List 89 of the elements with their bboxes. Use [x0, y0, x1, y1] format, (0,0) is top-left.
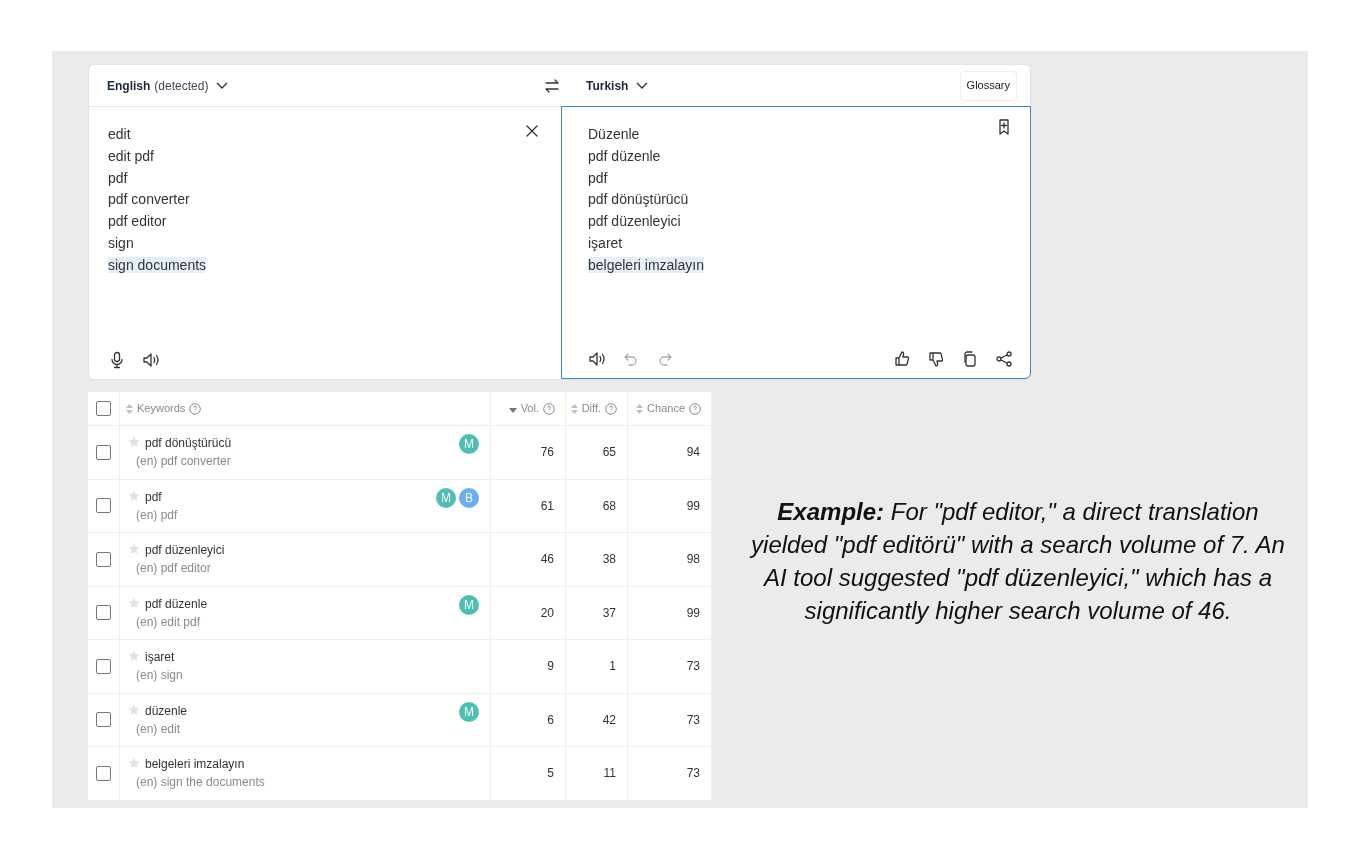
number-cell-text: 99 [686, 497, 700, 515]
target-language-dropdown[interactable]: Turkish [586, 76, 649, 95]
tag-badge: M [459, 594, 479, 615]
number-cell-text: 42 [602, 711, 616, 729]
help-icon[interactable] [543, 402, 555, 415]
help-icon[interactable] [189, 402, 202, 415]
source-keyword-text: (en) sign [136, 667, 184, 684]
tag-badge: M [459, 701, 479, 722]
help-icon[interactable] [689, 402, 701, 415]
text-line: pdf düzenleyici [588, 213, 681, 230]
checkbox[interactable] [96, 605, 111, 621]
text-line: pdf editor [108, 213, 167, 230]
keyword-text: pdf düzenle [145, 595, 209, 612]
star-icon[interactable] [128, 703, 140, 716]
keyword-text: pdf düzenleyici [145, 542, 226, 558]
star-icon[interactable] [128, 757, 140, 769]
text-line: pdf dönüştürücü [588, 191, 689, 208]
text-line: Düzenle [588, 126, 640, 142]
number-cell-text: 6 [547, 711, 554, 729]
source-keyword-text: (en) pdf converter [136, 453, 232, 470]
text-line: pdf converter [108, 191, 190, 208]
chevron-down-icon [636, 81, 649, 90]
keyword-text: düzenle [145, 702, 189, 719]
text-line: edit [108, 126, 131, 142]
star-icon[interactable] [128, 543, 140, 555]
keyword-text: pdf dönüştürücü [145, 435, 233, 451]
number-cell-text: 73 [686, 658, 700, 676]
chevron-down-icon [216, 81, 229, 90]
column-header[interactable]: Keywords [126, 400, 186, 417]
source-keyword-text: (en) sign the documents [136, 774, 266, 791]
checkbox[interactable] [96, 658, 111, 674]
help-icon[interactable] [605, 402, 617, 415]
checkbox[interactable] [96, 765, 111, 781]
number-cell-text: 99 [686, 604, 700, 622]
tag-badge: M [436, 487, 456, 508]
number-cell-text: 37 [602, 604, 616, 622]
number-cell-text: 73 [686, 711, 700, 729]
checkbox[interactable] [96, 444, 111, 460]
number-cell-text: 20 [540, 604, 554, 622]
checkbox[interactable] [96, 498, 111, 514]
number-cell-text: 65 [602, 444, 616, 462]
text-line: pdf [588, 169, 608, 186]
text-line: pdf [108, 169, 128, 186]
text-line: sign [108, 235, 134, 251]
checkbox[interactable] [96, 712, 111, 728]
number-cell-text: 11 [603, 765, 616, 783]
tag-badge: M [459, 434, 479, 454]
star-icon[interactable] [128, 596, 140, 609]
star-icon[interactable] [128, 436, 140, 448]
number-cell-text: 38 [602, 551, 616, 569]
star-icon[interactable] [128, 489, 140, 502]
keyword-text: pdf [145, 488, 163, 505]
text-line: pdf düzenle [588, 147, 661, 164]
glossary-button[interactable]: Glossary [959, 70, 1017, 101]
number-cell-text: 76 [540, 444, 554, 462]
number-cell-text: 61 [540, 497, 554, 515]
source-keyword-text: (en) edit pdf [136, 613, 202, 631]
keyword-text: belgeleri imzalayın [145, 756, 246, 772]
microphone-icon[interactable] [108, 351, 126, 369]
number-cell-text: 94 [686, 444, 700, 462]
sort-descending-icon[interactable] [508, 407, 517, 413]
number-cell-text: 1 [609, 658, 616, 676]
number-cell-text: 68 [602, 497, 616, 515]
speaker-icon[interactable] [588, 350, 606, 368]
number-cell-text: 73 [686, 765, 700, 783]
copy-icon[interactable] [961, 350, 979, 368]
source-keyword-text: (en) edit [136, 720, 182, 738]
number-cell-text: 9 [547, 658, 554, 676]
column-header[interactable]: Vol. [508, 400, 539, 417]
text-line: işaret [588, 235, 623, 251]
source-keyword-text: (en) pdf editor [136, 560, 212, 577]
star-icon[interactable] [128, 650, 140, 662]
number-cell-text: 5 [547, 765, 554, 783]
speaker-icon[interactable] [142, 351, 160, 369]
source-language-dropdown[interactable]: English (detected) [107, 76, 229, 95]
thumbs-up-icon[interactable] [893, 350, 911, 368]
keyword-text: işaret [145, 649, 176, 665]
checkbox[interactable] [96, 401, 111, 416]
caption-text: Example: For "pdf editor," a direct translation yielded "pdf editörü" with a search volume of 7. An AI tool suggested "pdf düzenleyici," which has a significantly higher search volume of 46. [748, 497, 1286, 626]
column-header[interactable]: Diff. [570, 400, 601, 417]
source-keyword-text: (en) pdf [136, 506, 179, 524]
number-cell-text: 46 [540, 551, 554, 569]
text-line: edit pdf [108, 147, 154, 164]
share-icon[interactable] [995, 350, 1013, 368]
number-cell-text: 98 [686, 551, 700, 569]
column-header[interactable]: Chance [636, 400, 685, 417]
thumbs-down-icon[interactable] [927, 350, 945, 368]
checkbox[interactable] [96, 551, 111, 567]
tag-badge: B [459, 487, 479, 508]
